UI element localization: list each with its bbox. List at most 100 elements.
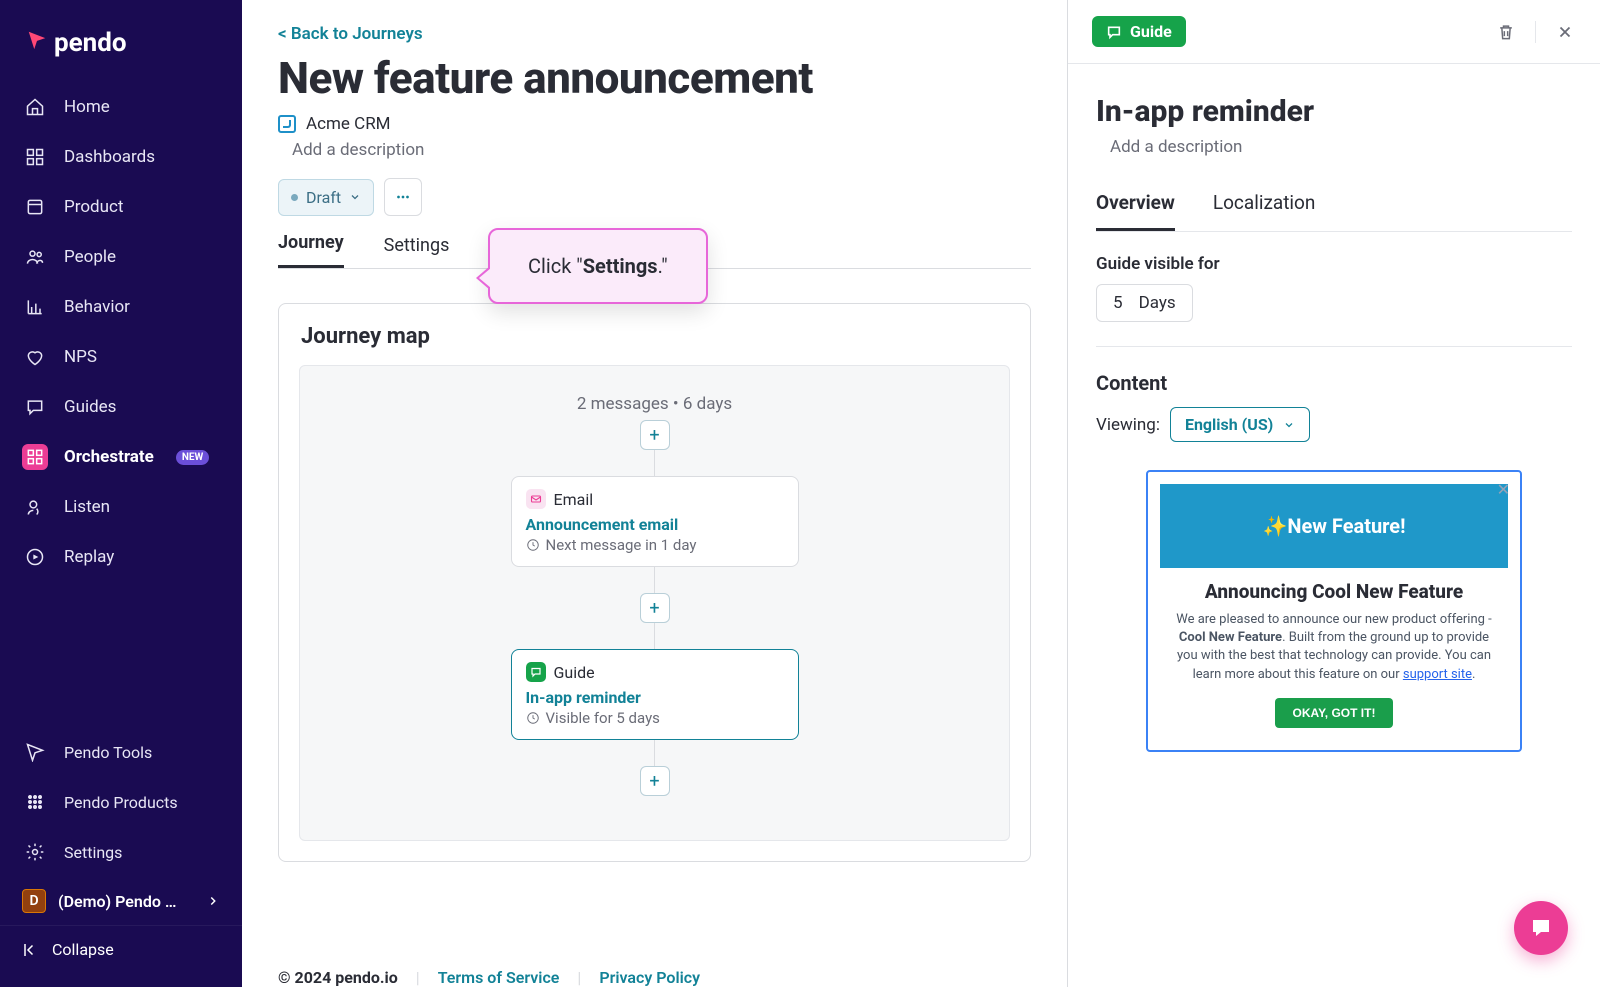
status-dropdown[interactable]: Draft (278, 179, 374, 216)
nav-dashboards[interactable]: Dashboards (0, 132, 242, 182)
visible-days-input[interactable]: 5 Days (1096, 284, 1193, 322)
nav-label: Dashboards (64, 147, 155, 167)
replay-icon (25, 547, 45, 567)
preview-body: We are pleased to announce our new produ… (1172, 611, 1496, 684)
nav-nps[interactable]: NPS (0, 332, 242, 382)
nav-listen[interactable]: Listen (0, 482, 242, 532)
status-label: Draft (306, 188, 341, 207)
viewing-label: Viewing: (1096, 415, 1160, 435)
nav-label: Replay (64, 547, 114, 567)
logo-text: pendo (54, 28, 127, 58)
nav-home[interactable]: Home (0, 82, 242, 132)
layers-icon (25, 197, 45, 217)
node-title[interactable]: Announcement email (526, 515, 784, 534)
home-icon (25, 97, 45, 117)
account-avatar: D (22, 889, 46, 913)
nav-orchestrate[interactable]: Orchestrate NEW (0, 432, 242, 482)
nav-label: Listen (64, 497, 110, 517)
chevron-down-icon (349, 191, 361, 203)
help-fab[interactable] (1514, 901, 1568, 955)
tooltip-text: Click " (528, 254, 583, 278)
preview-heading: Announcing Cool New Feature (1166, 580, 1502, 603)
privacy-link[interactable]: Privacy Policy (599, 968, 700, 987)
guide-chip: Guide (1092, 16, 1186, 47)
journey-canvas: 2 messages • 6 days + Email Announcement… (299, 365, 1010, 841)
guide-icon (526, 662, 546, 682)
tools-icon (25, 742, 45, 762)
dots-icon (394, 188, 412, 206)
add-step-button[interactable]: + (640, 593, 670, 623)
node-type: Guide (554, 663, 595, 682)
viewing-row: Viewing: English (US) (1096, 407, 1572, 442)
nav-label: Settings (64, 843, 122, 862)
grid-icon (25, 147, 45, 167)
description-input[interactable]: Add a description (292, 140, 1031, 160)
listen-icon (25, 497, 45, 517)
add-step-button[interactable]: + (640, 420, 670, 450)
tos-link[interactable]: Terms of Service (438, 968, 560, 987)
nav-settings[interactable]: Settings (0, 827, 242, 877)
journey-node-guide[interactable]: Guide In-app reminder Visible for 5 days (511, 649, 799, 740)
chevron-right-icon (206, 894, 220, 908)
footer: © 2024 pendo.io | Terms of Service | Pri… (278, 968, 1067, 987)
tab-settings[interactable]: Settings (384, 227, 450, 268)
logo: pendo (0, 28, 242, 82)
guide-preview: ✕ ✨New Feature! Announcing Cool New Feat… (1146, 470, 1522, 752)
clock-icon (526, 711, 540, 725)
connector (654, 623, 655, 649)
primary-nav: Home Dashboards Product People Behavior … (0, 82, 242, 582)
nav-label: Guides (64, 397, 116, 417)
connector (654, 450, 655, 476)
tab-journey[interactable]: Journey (278, 224, 344, 268)
back-link[interactable]: < Back to Journeys (278, 24, 1031, 44)
tooltip-text: ." (658, 254, 668, 278)
ptab-overview[interactable]: Overview (1096, 185, 1175, 231)
status-dot-icon (291, 194, 298, 201)
tooltip-bold: Settings (583, 254, 658, 278)
app-name: Acme CRM (306, 114, 391, 134)
ptab-localization[interactable]: Localization (1213, 185, 1316, 231)
nav-pendo-tools[interactable]: Pendo Tools (0, 727, 242, 777)
collapse-sidebar[interactable]: Collapse (0, 925, 242, 977)
sidebar: pendo Home Dashboards Product People Beh… (0, 0, 242, 987)
journey-summary: 2 messages • 6 days (577, 394, 732, 414)
account-switcher[interactable]: D (Demo) Pendo … (0, 877, 242, 925)
people-icon (25, 247, 45, 267)
details-panel: Guide In-app reminder Add a description … (1067, 0, 1600, 987)
nav-replay[interactable]: Replay (0, 532, 242, 582)
nav-pendo-products[interactable]: Pendo Products (0, 777, 242, 827)
new-badge: NEW (176, 450, 209, 465)
nav-behavior[interactable]: Behavior (0, 282, 242, 332)
journey-map-title: Journey map (301, 324, 1010, 349)
panel-description-input[interactable]: Add a description (1096, 137, 1572, 157)
delete-button[interactable] (1495, 21, 1517, 43)
nav-guides[interactable]: Guides (0, 382, 242, 432)
copyright: © 2024 pendo.io (278, 968, 398, 987)
collapse-icon (22, 941, 40, 959)
chart-icon (25, 297, 45, 317)
preview-support-link[interactable]: support site (1403, 667, 1472, 682)
nav-label: Pendo Tools (64, 743, 152, 762)
panel-body: In-app reminder Add a description Overvi… (1068, 64, 1600, 776)
connector (654, 567, 655, 593)
more-actions-button[interactable] (384, 178, 422, 216)
preview-ok-button[interactable]: OKAY, GOT IT! (1275, 698, 1394, 728)
connector (654, 740, 655, 766)
days-value: 5 (1113, 293, 1123, 313)
email-icon (526, 489, 546, 509)
trash-icon (1496, 22, 1516, 42)
clock-icon (526, 538, 540, 552)
language-select[interactable]: English (US) (1170, 407, 1310, 442)
close-panel-button[interactable] (1554, 21, 1576, 43)
toolbar: Draft (278, 178, 1031, 216)
node-title[interactable]: In-app reminder (526, 688, 784, 707)
preview-close-button[interactable]: ✕ (1497, 480, 1510, 499)
chevron-down-icon (1283, 419, 1295, 431)
sidebar-bottom: Pendo Tools Pendo Products Settings D (D… (0, 727, 242, 987)
days-unit: Days (1139, 293, 1176, 313)
nav-people[interactable]: People (0, 232, 242, 282)
nav-label: Behavior (64, 297, 130, 317)
add-step-button[interactable]: + (640, 766, 670, 796)
nav-product[interactable]: Product (0, 182, 242, 232)
journey-node-email[interactable]: Email Announcement email Next message in… (511, 476, 799, 567)
